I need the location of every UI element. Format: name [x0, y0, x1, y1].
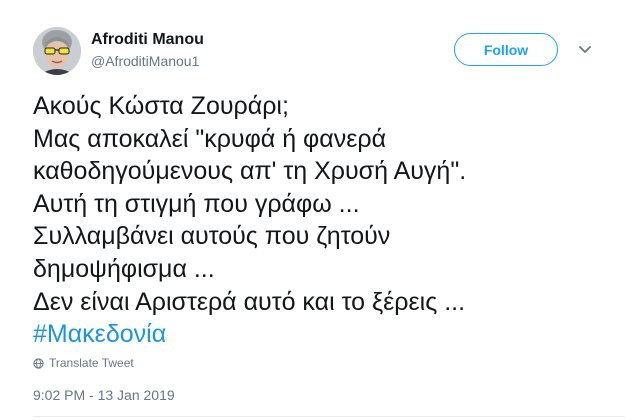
- tweet-line: Ακούς Κώστα Ζουράρι;: [33, 92, 289, 120]
- tweet-line: δημοψήφισμα ...: [33, 254, 215, 283]
- tweet-line: Αυτή τη στιγμή που γράφω ...: [33, 189, 360, 218]
- chevron-down-icon[interactable]: [578, 43, 592, 57]
- tweet-line: Μας αποκαλεί "κρυφά ή φανερά: [33, 124, 387, 153]
- tweet-card: Afroditi Manou @AfroditiManou1 Follow Ακ…: [0, 0, 633, 420]
- hashtag-link[interactable]: #Μακεδονία: [33, 318, 623, 351]
- translate-label: Translate Tweet: [49, 356, 134, 370]
- follow-button[interactable]: Follow: [454, 33, 558, 66]
- tweet-text: Ακούς Κώστα Ζουράρι; Μας αποκαλεί "κρυφά…: [33, 90, 623, 351]
- tweet-line: Συλλαμβάνει αυτούς που ζητούν: [33, 222, 391, 251]
- avatar[interactable]: [33, 27, 81, 75]
- divider: [33, 416, 625, 417]
- globe-icon: [33, 357, 44, 369]
- tweet-line: καθοδηγούμενους απ' τη Χρυσή Αυγή".: [33, 157, 467, 186]
- author-handle[interactable]: @AfroditiManou1: [91, 53, 199, 69]
- tweet-line: Δεν είναι Αριστερά αυτό και το ξέρεις ..…: [33, 287, 466, 316]
- author-display-name[interactable]: Afroditi Manou: [91, 31, 204, 49]
- avatar-icon: [33, 27, 81, 75]
- tweet-timestamp[interactable]: 9:02 PM - 13 Jan 2019: [33, 387, 175, 403]
- translate-tweet-button[interactable]: Translate Tweet: [33, 356, 134, 370]
